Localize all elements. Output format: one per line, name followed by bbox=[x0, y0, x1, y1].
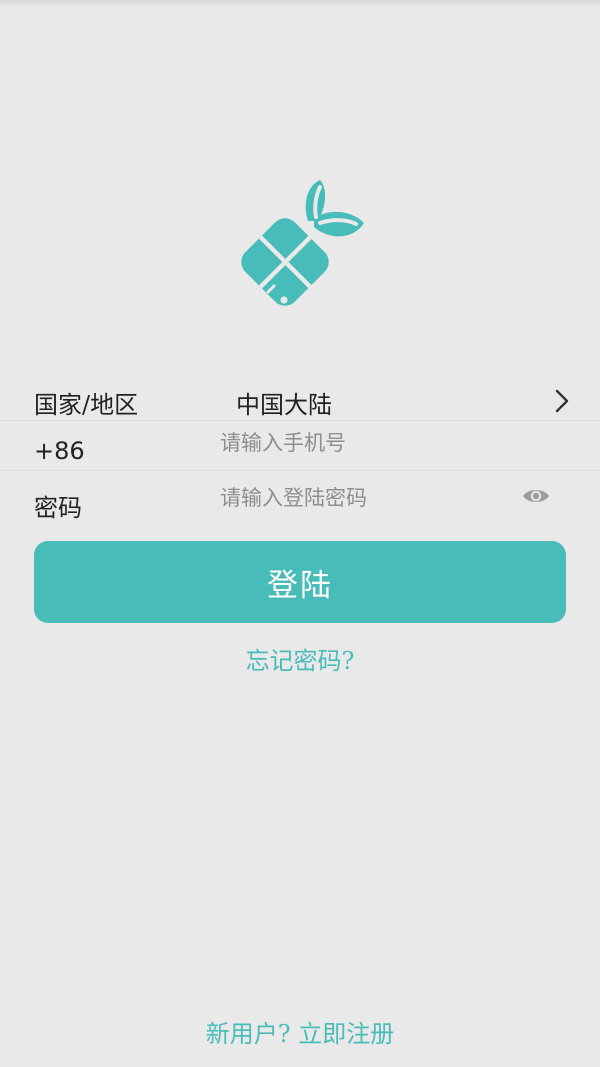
password-label: 密码 bbox=[34, 494, 82, 522]
login-button[interactable]: 登陆 bbox=[34, 541, 566, 623]
region-divider bbox=[0, 420, 600, 421]
app-logo-icon bbox=[241, 180, 364, 306]
region-label: 国家/地区 bbox=[34, 391, 139, 419]
phone-input[interactable] bbox=[220, 428, 540, 458]
phone-divider bbox=[0, 470, 600, 471]
forgot-password-link[interactable]: 忘记密码? bbox=[200, 641, 400, 676]
register-link[interactable]: 新用户? 立即注册 bbox=[150, 1014, 450, 1049]
chevron-right-icon[interactable] bbox=[548, 387, 576, 415]
phone-prefix: +86 bbox=[34, 437, 85, 465]
status-bar-shadow bbox=[0, 0, 600, 6]
region-value[interactable]: 中国大陆 bbox=[236, 385, 332, 420]
password-input[interactable] bbox=[220, 483, 510, 513]
eye-icon[interactable] bbox=[520, 482, 552, 510]
